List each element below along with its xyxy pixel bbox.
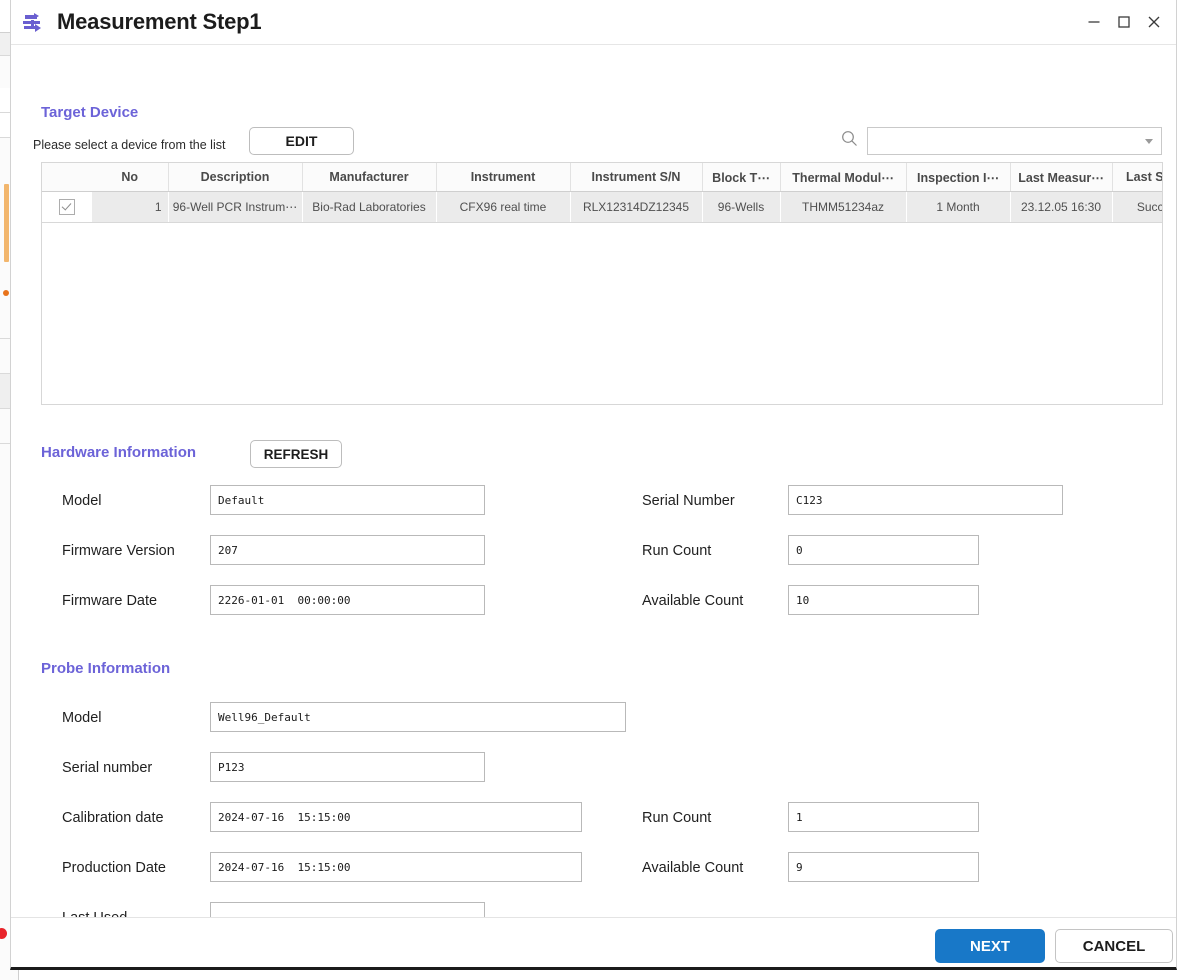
close-icon[interactable] [1140, 8, 1168, 36]
title-bar: Measurement Step1 [11, 0, 1176, 45]
background-orange-marker [4, 184, 9, 262]
probe-available-count-label: Available Count [642, 860, 744, 876]
refresh-button[interactable]: REFRESH [250, 440, 342, 468]
probe-production-date-input[interactable] [210, 852, 582, 882]
measurement-step1-dialog: Measurement Step1 Target Device Please s… [10, 0, 1177, 970]
hardware-firmware-version-label: Firmware Version [62, 543, 175, 559]
column-header-block-type[interactable]: Block T⋯ [702, 163, 781, 192]
probe-model-label: Model [62, 710, 102, 726]
cell-description: 96-Well PCR Instrum⋯ [168, 191, 303, 223]
probe-calibration-date-input[interactable] [210, 802, 582, 832]
table-header-row: No Description Manufacturer Instrument I… [42, 163, 1162, 192]
probe-serial-number-input[interactable] [210, 752, 485, 782]
dialog-footer: NEXT CANCEL [11, 917, 1176, 964]
column-header-select-all[interactable] [42, 163, 92, 192]
page-title: Measurement Step1 [57, 9, 262, 34]
device-table-container: No Description Manufacturer Instrument I… [41, 162, 1163, 405]
column-header-instrument[interactable]: Instrument [436, 163, 571, 192]
search-icon [841, 130, 858, 152]
hardware-run-count-input[interactable] [788, 535, 979, 565]
column-header-last-measurement[interactable]: Last Measur⋯ [1010, 163, 1113, 192]
hardware-information-heading: Hardware Information [41, 444, 197, 461]
probe-information-heading: Probe Information [41, 660, 171, 677]
cell-block-type: 96-Wells [702, 191, 781, 223]
cell-no: 1 [92, 191, 169, 223]
hardware-model-label: Model [62, 493, 102, 509]
cell-instrument-sn: RLX12314DZ12345 [570, 191, 703, 223]
minimize-icon[interactable] [1080, 8, 1108, 36]
probe-available-count-input[interactable] [788, 852, 979, 882]
cell-last-status: Success [1112, 191, 1162, 223]
probe-model-input[interactable] [210, 702, 626, 732]
hardware-firmware-version-input[interactable] [210, 535, 485, 565]
cell-inspection-interval: 1 Month [906, 191, 1011, 223]
target-device-heading: Target Device [41, 104, 139, 121]
column-header-thermal-module[interactable]: Thermal Modul⋯ [780, 163, 907, 192]
column-header-description[interactable]: Description [168, 163, 303, 192]
hardware-serial-number-input[interactable] [788, 485, 1063, 515]
workflow-icon [22, 11, 44, 33]
hardware-firmware-date-input[interactable] [210, 585, 485, 615]
device-search [841, 127, 1162, 155]
probe-serial-number-label: Serial number [62, 760, 153, 776]
hardware-model-input[interactable] [210, 485, 485, 515]
cell-last-measurement: 23.12.05 16:30 [1010, 191, 1113, 223]
hardware-serial-number-label: Serial Number [642, 493, 735, 509]
column-header-no[interactable]: No [92, 163, 169, 192]
row-select-cell[interactable] [42, 191, 92, 223]
target-device-hint: Please select a device from the list [33, 138, 226, 152]
probe-run-count-label: Run Count [642, 810, 712, 826]
row-checkbox-icon[interactable] [59, 199, 75, 215]
cell-thermal-module: THMM51234az [780, 191, 907, 223]
table-row[interactable]: 1 96-Well PCR Instrum⋯ Bio-Rad Laborator… [42, 191, 1162, 223]
cell-instrument: CFX96 real time [436, 191, 571, 223]
hardware-run-count-label: Run Count [642, 543, 712, 559]
search-input[interactable] [868, 128, 1161, 154]
window-controls [1080, 0, 1168, 44]
probe-production-date-label: Production Date [62, 860, 166, 876]
cell-manufacturer: Bio-Rad Laboratories [302, 191, 437, 223]
hardware-available-count-input[interactable] [788, 585, 979, 615]
background-orange-dot-icon [3, 290, 9, 296]
edit-button[interactable]: EDIT [249, 127, 354, 155]
dialog-body: Target Device Please select a device fro… [11, 45, 1176, 932]
cancel-button[interactable]: CANCEL [1055, 929, 1173, 963]
column-header-instrument-sn[interactable]: Instrument S/N [570, 163, 703, 192]
maximize-icon[interactable] [1110, 8, 1138, 36]
search-combobox[interactable] [867, 127, 1162, 155]
column-header-last-status[interactable]: Last Status [1112, 163, 1162, 192]
probe-calibration-date-label: Calibration date [62, 810, 164, 826]
probe-run-count-input[interactable] [788, 802, 979, 832]
hardware-available-count-label: Available Count [642, 593, 744, 609]
next-button[interactable]: NEXT [935, 929, 1045, 963]
hardware-firmware-date-label: Firmware Date [62, 593, 158, 609]
column-header-inspection-interval[interactable]: Inspection I⋯ [906, 163, 1011, 192]
device-table: No Description Manufacturer Instrument I… [42, 163, 1162, 223]
background-red-dot-icon [0, 928, 7, 939]
column-header-manufacturer[interactable]: Manufacturer [302, 163, 437, 192]
